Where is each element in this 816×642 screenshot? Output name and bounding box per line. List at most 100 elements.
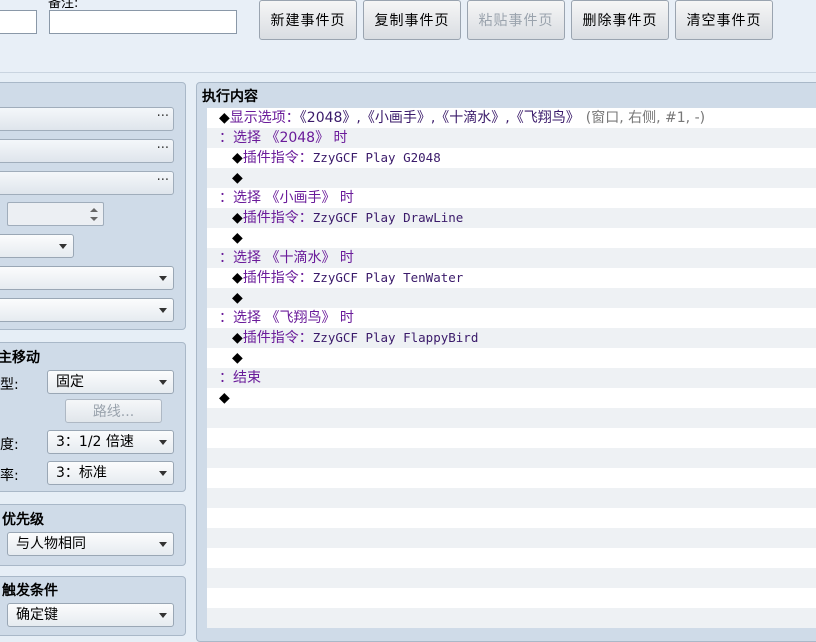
event-name-input[interactable] <box>0 10 37 34</box>
priority-title: 优先级 <box>2 512 44 528</box>
condition-switch1-field[interactable]: ··· <box>0 107 174 131</box>
condition-value-spinner[interactable] <box>7 202 104 226</box>
movement-speed-label: 度: <box>0 437 19 453</box>
command-row[interactable] <box>207 608 816 628</box>
command-row[interactable]: ：选择 《飞翔鸟》 时 <box>207 308 816 328</box>
command-arguments: ZzyGCF Play G2048 <box>312 150 441 165</box>
movement-frequency-combo[interactable]: 3：标准 <box>47 461 174 485</box>
movement-speed-value: 3：1/2 倍速 <box>56 434 134 450</box>
autonomous-movement-title: 主移动 <box>0 350 40 366</box>
condition-self-switch-combo[interactable] <box>0 234 74 258</box>
branch-marker: ： <box>219 370 233 386</box>
condition-item-combo[interactable] <box>0 266 174 290</box>
command-name: 选择 《2048》 时 <box>233 130 348 146</box>
chevron-down-icon <box>159 308 167 313</box>
command-row[interactable] <box>207 428 816 448</box>
command-diamond-icon: ◆ <box>232 350 243 366</box>
command-diamond-icon: ◆ <box>232 230 243 246</box>
new-event-page-button[interactable]: 新建事件页 <box>259 0 357 40</box>
command-row[interactable]: ：选择 《十滴水》 时 <box>207 248 816 268</box>
ellipsis-icon: ··· <box>156 173 169 188</box>
note-input[interactable] <box>49 10 237 34</box>
clear-event-page-button[interactable]: 清空事件页 <box>675 0 773 40</box>
trigger-value: 确定键 <box>16 607 58 623</box>
event-command-list[interactable]: ◆显示选项：《2048》,《小画手》,《十滴水》,《飞翔鸟》 (窗口, 右侧, #… <box>207 108 816 628</box>
command-row[interactable]: ：选择 《小画手》 时 <box>207 188 816 208</box>
delete-event-page-button[interactable]: 删除事件页 <box>571 0 669 40</box>
command-row[interactable]: ◆ <box>207 388 816 408</box>
command-name: 显示选项： <box>229 110 300 126</box>
chevron-down-icon <box>159 440 167 445</box>
command-name: 插件指令： <box>242 330 313 346</box>
trigger-title: 触发条件 <box>2 583 58 599</box>
spin-up-icon[interactable] <box>90 208 98 212</box>
command-diamond-icon: ◆ <box>219 390 230 406</box>
command-row[interactable] <box>207 588 816 608</box>
priority-value: 与人物相同 <box>16 536 86 552</box>
priority-combo[interactable]: 与人物相同 <box>7 532 174 556</box>
command-row[interactable] <box>207 508 816 528</box>
command-row[interactable] <box>207 468 816 488</box>
command-row[interactable]: ：结束 <box>207 368 816 388</box>
command-row[interactable]: ◆ <box>207 348 816 368</box>
movement-frequency-label: 率: <box>0 468 19 484</box>
movement-frequency-value: 3：标准 <box>56 465 107 481</box>
paste-event-page-button[interactable]: 粘贴事件页 <box>467 0 565 40</box>
command-arguments: ZzyGCF Play DrawLine <box>312 210 464 225</box>
chevron-down-icon <box>159 542 167 547</box>
chevron-down-icon <box>159 276 167 281</box>
command-row[interactable]: ◆插件指令：ZzyGCF Play FlappyBird <box>207 328 816 348</box>
command-name: 插件指令： <box>242 210 313 226</box>
branch-marker: ： <box>219 250 233 266</box>
command-diamond-icon: ◆ <box>232 270 243 286</box>
route-button[interactable]: 路线... <box>65 399 162 423</box>
command-row[interactable]: ◆ <box>207 168 816 188</box>
ellipsis-icon: ··· <box>156 141 169 156</box>
movement-type-combo[interactable]: 固定 <box>47 370 174 394</box>
spin-down-icon[interactable] <box>90 217 98 221</box>
command-row[interactable] <box>207 488 816 508</box>
command-name: 结束 <box>233 370 261 386</box>
chevron-down-icon <box>159 380 167 385</box>
command-arguments: ZzyGCF Play TenWater <box>312 270 464 285</box>
copy-event-page-button[interactable]: 复制事件页 <box>363 0 461 40</box>
command-row[interactable]: ◆ <box>207 288 816 308</box>
command-name: 插件指令： <box>242 150 313 166</box>
command-diamond-icon: ◆ <box>232 170 243 186</box>
command-name: 选择 《飞翔鸟》 时 <box>233 310 354 326</box>
command-row[interactable] <box>207 568 816 588</box>
command-diamond-icon: ◆ <box>219 110 230 126</box>
command-diamond-icon: ◆ <box>232 330 243 346</box>
command-arguments: ZzyGCF Play FlappyBird <box>312 330 479 345</box>
movement-type-value: 固定 <box>56 374 84 390</box>
chevron-down-icon <box>159 471 167 476</box>
condition-variable-field[interactable]: ··· <box>0 171 174 195</box>
contents-title: 执行内容 <box>202 89 258 105</box>
command-name: 插件指令： <box>242 270 313 286</box>
branch-marker: ： <box>219 190 233 206</box>
command-name: 选择 《十滴水》 时 <box>233 250 354 266</box>
command-diamond-icon: ◆ <box>232 290 243 306</box>
command-name: 选择 《小画手》 时 <box>233 190 354 206</box>
condition-actor-combo[interactable] <box>0 298 174 322</box>
command-row[interactable] <box>207 548 816 568</box>
command-diamond-icon: ◆ <box>232 150 243 166</box>
command-row[interactable]: ◆插件指令：ZzyGCF Play DrawLine <box>207 208 816 228</box>
command-row[interactable]: ◆插件指令：ZzyGCF Play TenWater <box>207 268 816 288</box>
movement-speed-combo[interactable]: 3：1/2 倍速 <box>47 430 174 454</box>
chevron-down-icon <box>159 613 167 618</box>
branch-marker: ： <box>219 310 233 326</box>
trigger-combo[interactable]: 确定键 <box>7 603 174 627</box>
command-options: (窗口, 右侧, #1, -) <box>585 110 706 126</box>
command-row[interactable] <box>207 528 816 548</box>
command-row[interactable]: ◆ <box>207 228 816 248</box>
command-arguments: 《2048》,《小画手》,《十滴水》,《飞翔鸟》 <box>299 110 580 126</box>
condition-switch2-field[interactable]: ··· <box>0 139 174 163</box>
command-row[interactable] <box>207 448 816 468</box>
command-row[interactable]: ◆插件指令：ZzyGCF Play G2048 <box>207 148 816 168</box>
command-diamond-icon: ◆ <box>232 210 243 226</box>
command-row[interactable] <box>207 408 816 428</box>
command-row[interactable]: ◆显示选项：《2048》,《小画手》,《十滴水》,《飞翔鸟》 (窗口, 右侧, #… <box>207 108 816 128</box>
branch-marker: ： <box>219 130 233 146</box>
command-row[interactable]: ：选择 《2048》 时 <box>207 128 816 148</box>
